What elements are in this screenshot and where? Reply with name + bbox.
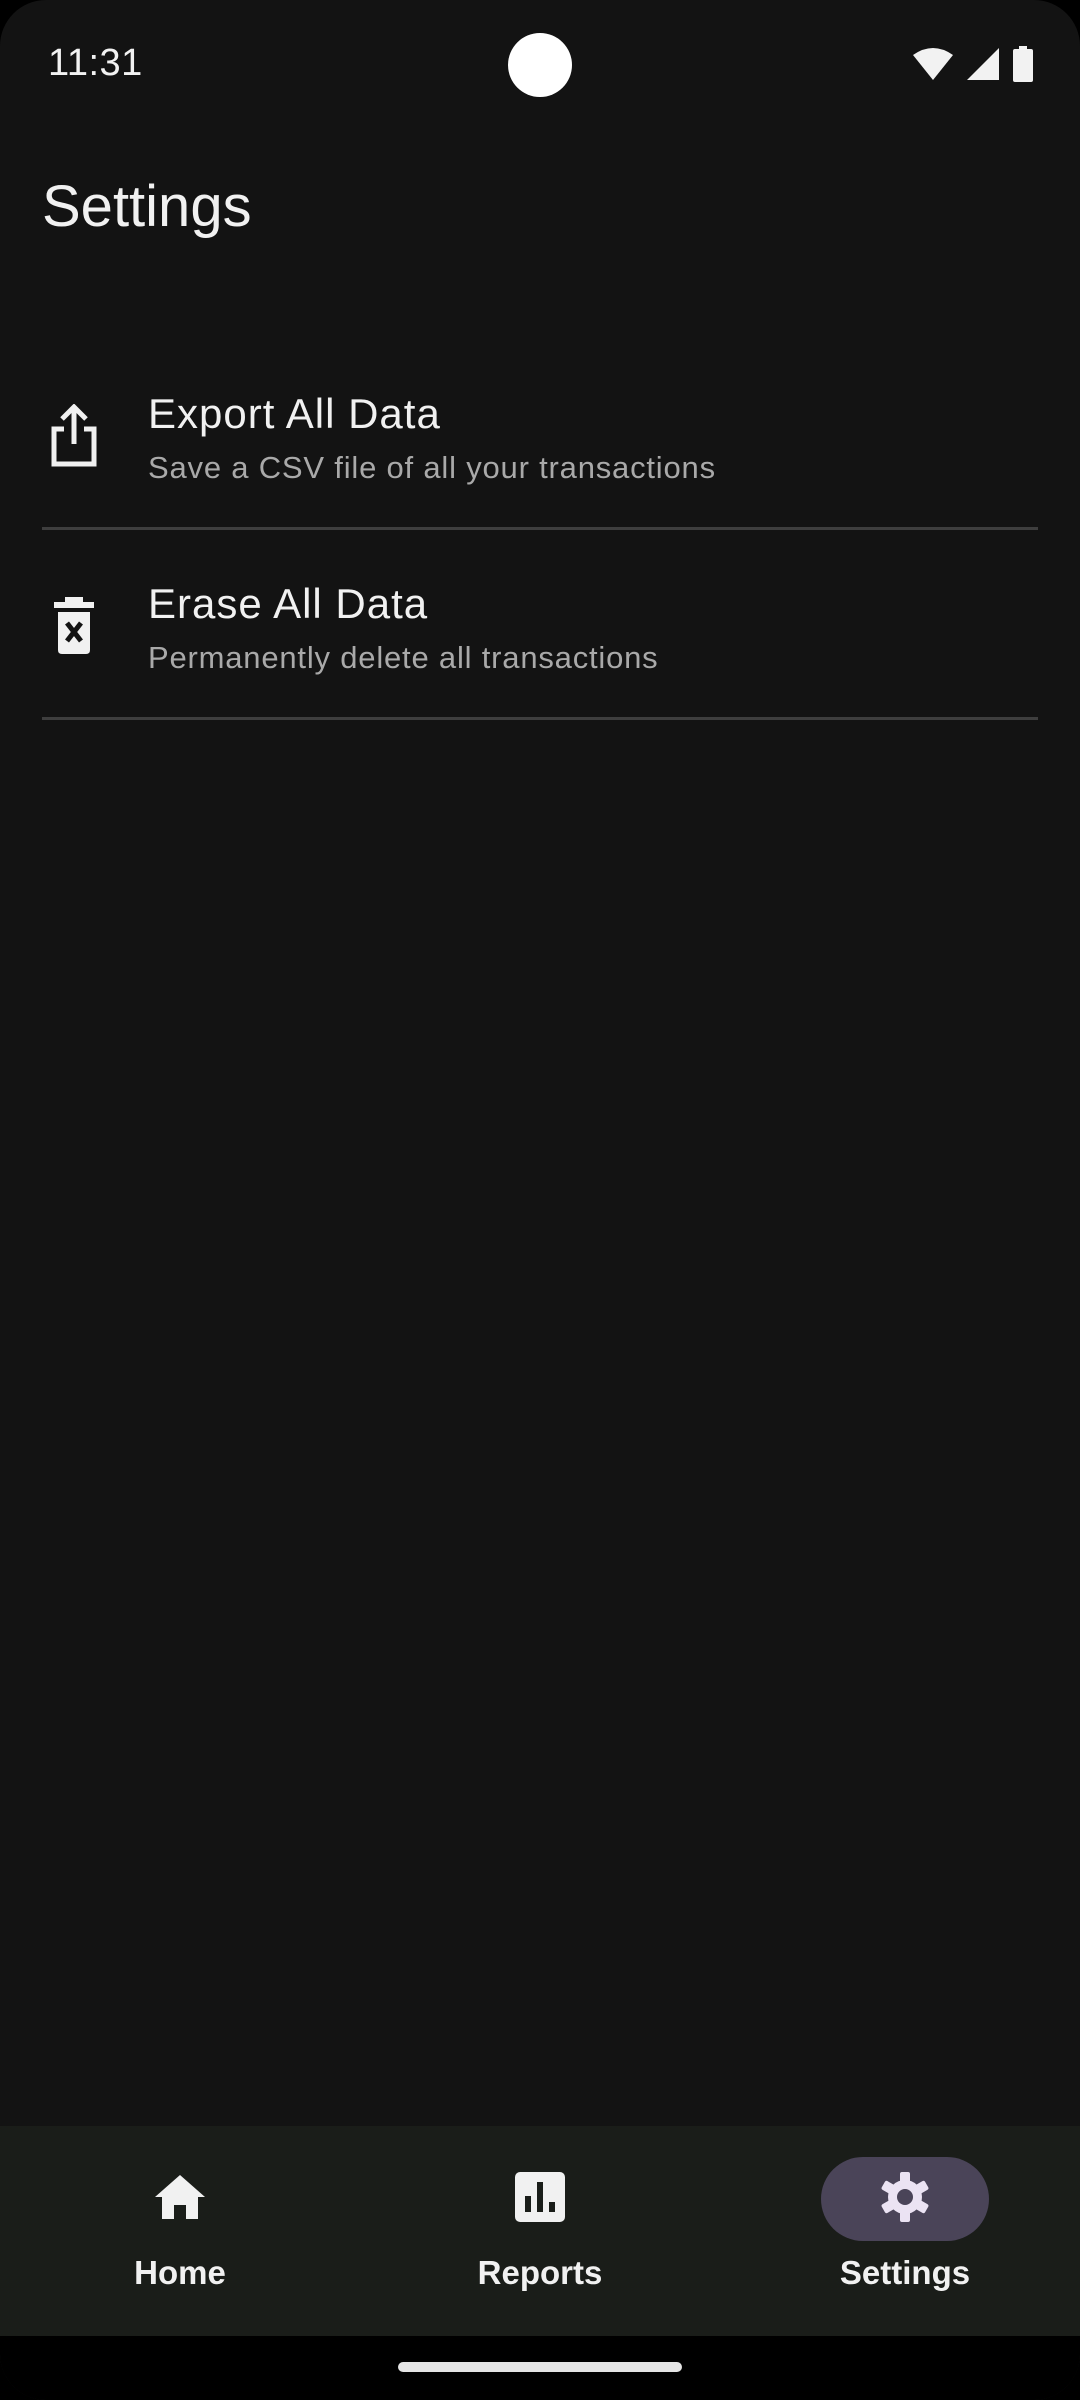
export-all-data-subtitle: Save a CSV file of all your transactions [148,450,716,485]
export-all-data-title: Export All Data [148,390,441,437]
bar-chart-icon [515,2171,565,2227]
nav-home-indicator [96,2157,264,2241]
share-export-icon [46,403,102,468]
bottom-navigation: Home Reports Settings [0,2126,1080,2336]
erase-all-data-title: Erase All Data [148,580,429,627]
delete-forever-icon [46,594,102,658]
erase-all-data-item[interactable]: Erase All Data Permanently delete all tr… [42,530,1038,720]
camera-cutout [508,33,572,97]
erase-all-data-subtitle: Permanently delete all transactions [148,640,659,675]
wifi-icon [912,47,954,81]
gesture-handle[interactable] [398,2362,682,2372]
home-icon [153,2173,207,2226]
signal-icon [966,47,1000,81]
page-title: Settings [42,174,252,239]
nav-item-settings[interactable]: Settings [725,2126,1080,2336]
app-screen: 11:31 Settings Export All Data Save a CS… [0,0,1080,2400]
nav-reports-indicator [456,2157,624,2241]
status-time: 11:31 [48,42,143,84]
settings-list: Export All Data Save a CSV file of all y… [42,340,1038,720]
gear-icon [879,2171,931,2228]
nav-item-reports[interactable]: Reports [360,2126,720,2336]
nav-reports-label: Reports [477,2254,603,2291]
nav-item-home[interactable]: Home [0,2126,360,2336]
nav-settings-label: Settings [839,2254,971,2291]
status-icons [912,46,1034,82]
nav-settings-active-indicator [821,2157,989,2241]
export-all-data-item[interactable]: Export All Data Save a CSV file of all y… [42,340,1038,530]
gesture-navigation-area [0,2336,1080,2400]
battery-icon [1012,46,1034,82]
status-bar: 11:31 [0,0,1080,130]
nav-home-label: Home [134,2254,226,2291]
